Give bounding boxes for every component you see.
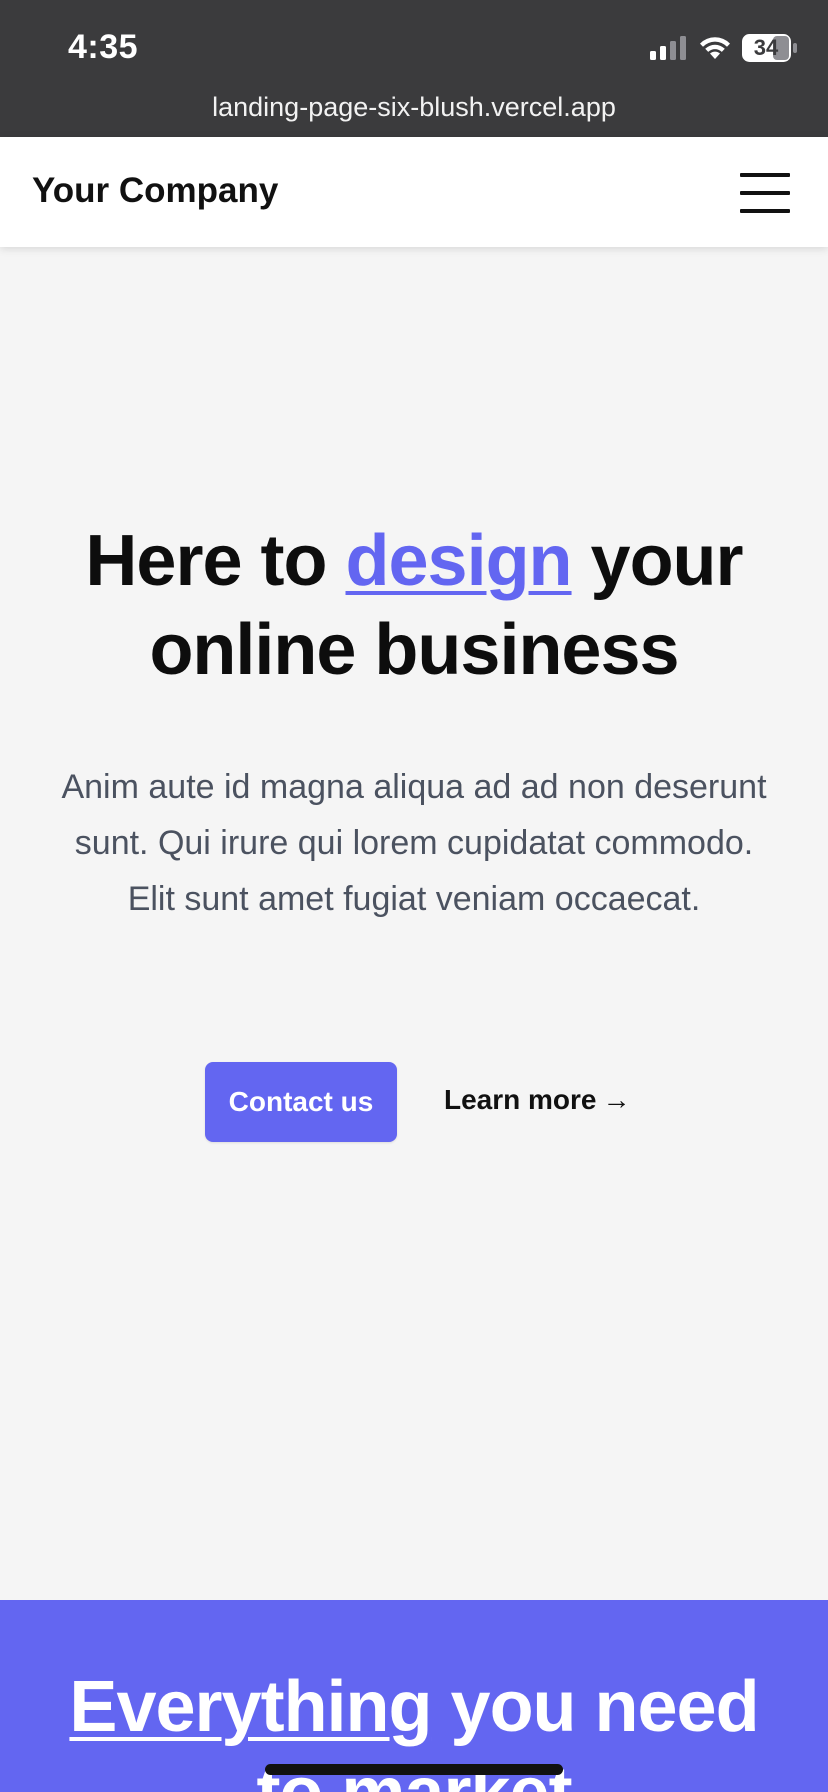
status-icons: 34 xyxy=(650,34,798,62)
cta-row: Contact us Learn more → xyxy=(0,1062,828,1142)
contact-us-button[interactable]: Contact us xyxy=(205,1062,397,1142)
hero-title-highlight[interactable]: design xyxy=(346,521,573,601)
site-header: Your Company xyxy=(0,137,828,247)
cellular-signal-icon xyxy=(650,36,686,60)
features-title-underlined: Everything xyxy=(69,1667,432,1747)
browser-chrome: 4:35 34 landing-page-six-blush.vercel.ap… xyxy=(0,0,828,137)
home-indicator[interactable] xyxy=(265,1764,563,1775)
menu-bar-bottom xyxy=(740,209,790,213)
status-time: 4:35 xyxy=(68,28,139,66)
learn-more-label: Learn more xyxy=(444,1084,597,1115)
battery-icon: 34 xyxy=(742,34,797,62)
hero-title-start: Here to xyxy=(85,521,346,601)
hero-section: Here to design your online business Anim… xyxy=(0,247,828,1600)
brand-logo-text[interactable]: Your Company xyxy=(32,171,278,211)
arrow-right-icon: → xyxy=(602,1084,631,1115)
hero-description: Anim aute id magna aliqua ad ad non dese… xyxy=(61,768,767,918)
hero-title: Here to design your online business xyxy=(40,517,788,695)
hamburger-menu-icon[interactable] xyxy=(740,173,790,213)
battery-percent: 34 xyxy=(754,35,779,60)
url-bar[interactable]: landing-page-six-blush.vercel.app xyxy=(0,92,828,123)
menu-bar-top xyxy=(740,173,790,177)
learn-more-link[interactable]: Learn more → xyxy=(444,1084,631,1116)
menu-bar-middle xyxy=(740,191,790,195)
wifi-icon xyxy=(700,37,730,59)
